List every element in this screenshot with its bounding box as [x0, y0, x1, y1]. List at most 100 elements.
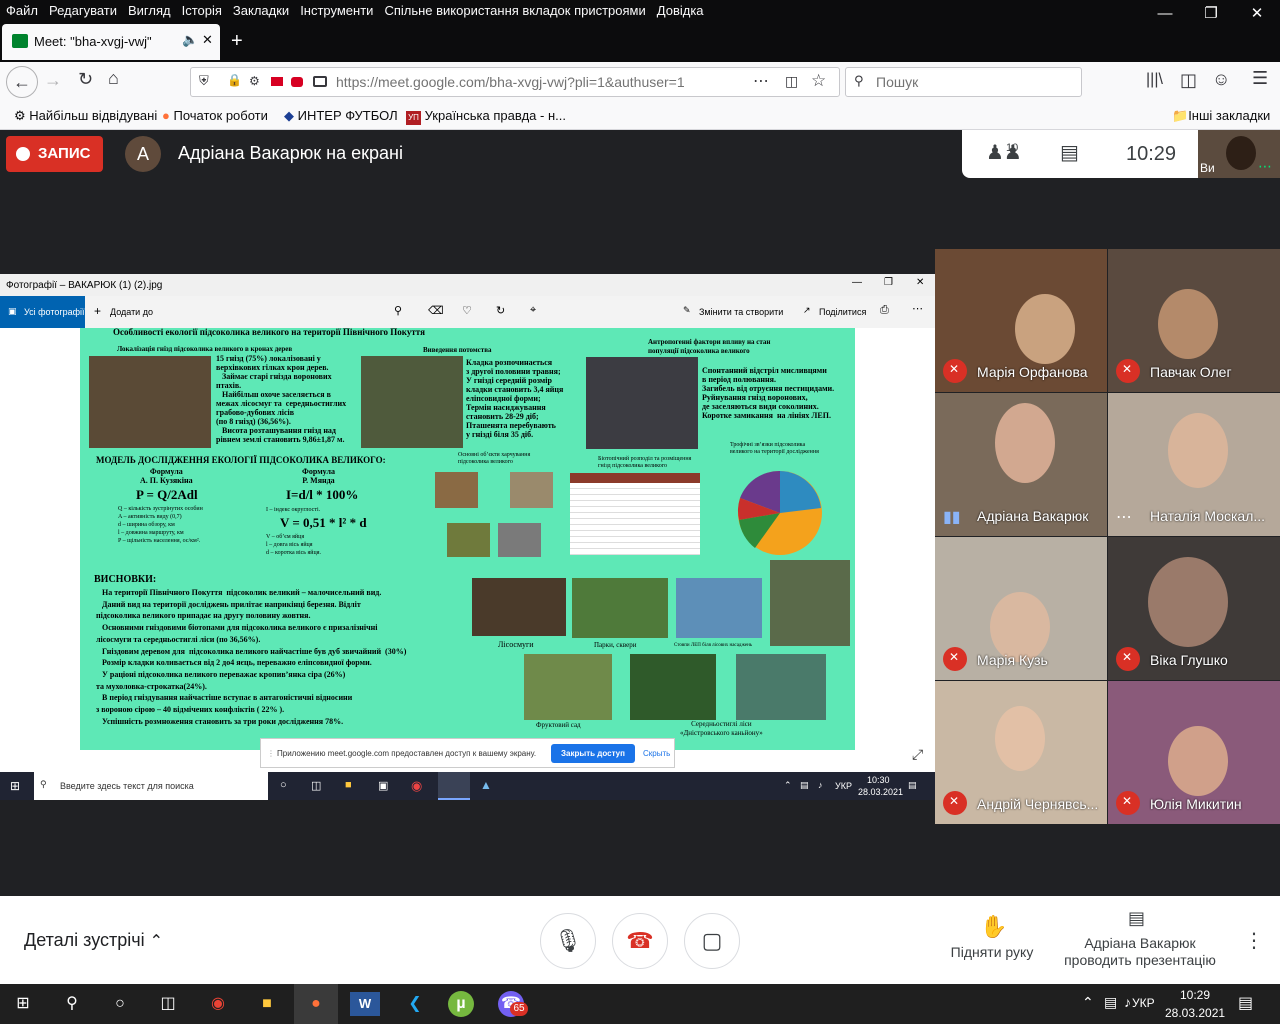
participant-tile[interactable]: Андрій Чернявсь... — [935, 681, 1107, 824]
task-view-icon[interactable]: ◫ — [153, 990, 183, 1018]
word-icon[interactable]: W — [350, 992, 380, 1016]
tray-chevron-icon[interactable]: ⌃ — [1082, 994, 1094, 1011]
url-bar[interactable]: ⛨ 🔒 ⚙ https://meet.google.com/bha-xvgj-v… — [190, 67, 840, 97]
close-tab-icon[interactable]: ✕ — [202, 32, 213, 48]
file-explorer-icon[interactable]: ■ — [345, 779, 352, 791]
bookmark-getting-started[interactable]: ● Початок роботи — [162, 108, 268, 123]
menu-tools[interactable]: Інструменти — [294, 0, 378, 18]
tray-chevron-icon[interactable]: ⌃ — [784, 780, 792, 791]
hamburger-menu-icon[interactable]: ☰ — [1252, 68, 1268, 89]
presenting-status[interactable]: Адріана Вакарюк проводить презентацію — [1060, 935, 1220, 969]
microphone-button[interactable]: 🎙 — [540, 913, 596, 969]
menu-file[interactable]: Файл — [0, 0, 43, 18]
drag-handle-icon[interactable]: ⋮ — [267, 749, 275, 758]
self-view-tile[interactable]: Ви ⋯ — [1198, 130, 1280, 178]
bookmark-pravda[interactable]: УП Українська правда - н... — [406, 108, 566, 125]
crop-icon[interactable]: ⌖ — [530, 304, 536, 317]
cortana-icon[interactable]: ○ — [105, 990, 135, 1018]
url-text[interactable]: https://meet.google.com/bha-xvgj-vwj?pli… — [336, 74, 685, 90]
leave-call-button[interactable]: ☎ — [612, 913, 668, 969]
search-icon[interactable]: ⚲ — [57, 990, 87, 1018]
new-tab-icon[interactable]: + — [231, 30, 243, 53]
task-view-icon[interactable]: ◫ — [311, 779, 321, 792]
utorrent-icon[interactable]: µ — [448, 991, 474, 1017]
reload-icon[interactable]: ↻ — [78, 69, 93, 90]
bookmark-other[interactable]: 📁Інші закладки — [1172, 108, 1270, 124]
participant-tile[interactable]: Павчак Олег — [1108, 249, 1280, 392]
participant-tile[interactable]: Юлія Микитин — [1108, 681, 1280, 824]
system-date[interactable]: 28.03.2021 — [1165, 1006, 1225, 1020]
favorite-heart-icon[interactable]: ♡ — [462, 304, 472, 317]
delete-icon[interactable]: ⌫ — [428, 304, 444, 317]
share-button[interactable]: Поділитися — [819, 307, 866, 317]
network-icon[interactable]: ▤ — [1104, 994, 1117, 1011]
home-icon[interactable]: ⌂ — [108, 68, 119, 89]
action-center-icon[interactable]: ▤ — [1238, 993, 1253, 1013]
camera-button[interactable]: ▢ — [684, 913, 740, 969]
windows-start-icon[interactable]: ⊞ — [8, 990, 38, 1018]
account-icon[interactable]: ☺ — [1212, 69, 1230, 90]
participant-tile[interactable]: Віка Глушко — [1108, 537, 1280, 680]
print-icon[interactable]: ⎙ — [880, 304, 889, 317]
microphone-sharing-icon[interactable] — [291, 77, 303, 87]
chrome-icon[interactable]: ◉ — [411, 778, 422, 794]
bookmark-most-visited[interactable]: ⚙ Найбільш відвідувані — [14, 108, 157, 124]
menu-bookmarks[interactable]: Закладки — [227, 0, 294, 18]
raise-hand-button[interactable]: Підняти руку — [940, 944, 1044, 961]
vscode-icon[interactable]: ❮ — [400, 990, 430, 1018]
speaker-icon[interactable]: 🔈 — [182, 32, 198, 48]
menu-history[interactable]: Історія — [176, 0, 227, 18]
keyboard-language[interactable]: УКР — [1132, 996, 1155, 1010]
bookmark-star-icon[interactable]: ☆ — [811, 71, 826, 91]
camera-sharing-icon[interactable] — [271, 77, 283, 86]
participant-tile[interactable]: Марія Орфанова — [935, 249, 1107, 392]
fullscreen-icon[interactable]: ⤢ — [912, 746, 923, 763]
all-photos-button[interactable]: ▣ Усі фотографії — [0, 296, 85, 328]
cortana-icon[interactable]: ○ — [280, 779, 287, 791]
participant-tile[interactable]: ▮▮ Адріана Вакарюк — [935, 393, 1107, 536]
menu-edit[interactable]: Редагувати — [43, 0, 122, 18]
participant-tile[interactable]: Марія Кузь — [935, 537, 1107, 680]
windows-start-icon[interactable]: ⊞ — [10, 779, 20, 793]
forward-icon[interactable]: → — [44, 70, 62, 91]
present-screen-icon[interactable]: ▤ — [1128, 908, 1145, 929]
meeting-details-button[interactable]: Деталі зустрічі ⌃ — [24, 930, 163, 951]
page-actions-icon[interactable]: ⋯ — [753, 71, 769, 91]
menu-tab-sharing[interactable]: Спільне використання вкладок пристроями — [378, 0, 650, 18]
participant-tile[interactable]: ⋯ Наталія Москал... — [1108, 393, 1280, 536]
rotate-icon[interactable]: ↻ — [496, 304, 505, 317]
add-to-button[interactable]: Додати до — [110, 307, 153, 317]
permissions-icon[interactable]: ⚙ — [249, 74, 260, 88]
stop-sharing-button[interactable]: Закрыть доступ — [551, 744, 635, 763]
chrome-icon[interactable]: ◉ — [203, 990, 233, 1018]
lock-icon[interactable]: 🔒 — [227, 73, 242, 87]
more-options-icon[interactable]: ⋯ — [912, 302, 923, 315]
store-icon[interactable]: ▣ — [378, 779, 388, 792]
firefox-icon[interactable]: ● — [294, 984, 338, 1024]
sidebar-icon[interactable]: ◫ — [1180, 70, 1197, 91]
hide-button[interactable]: Скрыть — [643, 749, 670, 758]
file-explorer-icon[interactable]: ■ — [252, 990, 282, 1018]
search-input[interactable]: ⚲ Пошук — [845, 67, 1082, 97]
win-search-box[interactable]: ⚲ Введите здесь текст для поиска — [34, 772, 268, 800]
shield-icon[interactable]: ⛨ — [199, 73, 209, 89]
win-lang[interactable]: УКР — [835, 781, 852, 791]
more-options-icon[interactable]: ⋮ — [1244, 928, 1264, 953]
bookmark-inter[interactable]: ◆ ИНТЕР ФУТБОЛ — [284, 108, 398, 124]
edit-create-button[interactable]: Змінити та створити — [699, 307, 783, 317]
hand-icon[interactable]: ✋ — [980, 914, 1007, 940]
volume-icon[interactable]: ♪ — [818, 780, 823, 790]
pocket-icon[interactable]: ◫ — [785, 73, 798, 90]
screen-sharing-icon[interactable] — [313, 76, 327, 87]
chat-icon[interactable]: ▤ — [1060, 140, 1079, 165]
win-time[interactable]: 10:30 — [867, 775, 890, 785]
library-icon[interactable]: |||\ — [1146, 71, 1163, 89]
close-icon[interactable]: ✕ — [916, 277, 924, 288]
minimize-icon[interactable]: — — [852, 277, 862, 288]
photos-taskbar-icon[interactable] — [438, 772, 470, 800]
app-icon[interactable]: ▲ — [480, 778, 492, 792]
system-time[interactable]: 10:29 — [1180, 988, 1210, 1002]
win-date[interactable]: 28.03.2021 — [858, 787, 903, 797]
back-icon[interactable]: ← — [6, 66, 38, 98]
restore-icon[interactable]: ❐ — [884, 277, 893, 288]
